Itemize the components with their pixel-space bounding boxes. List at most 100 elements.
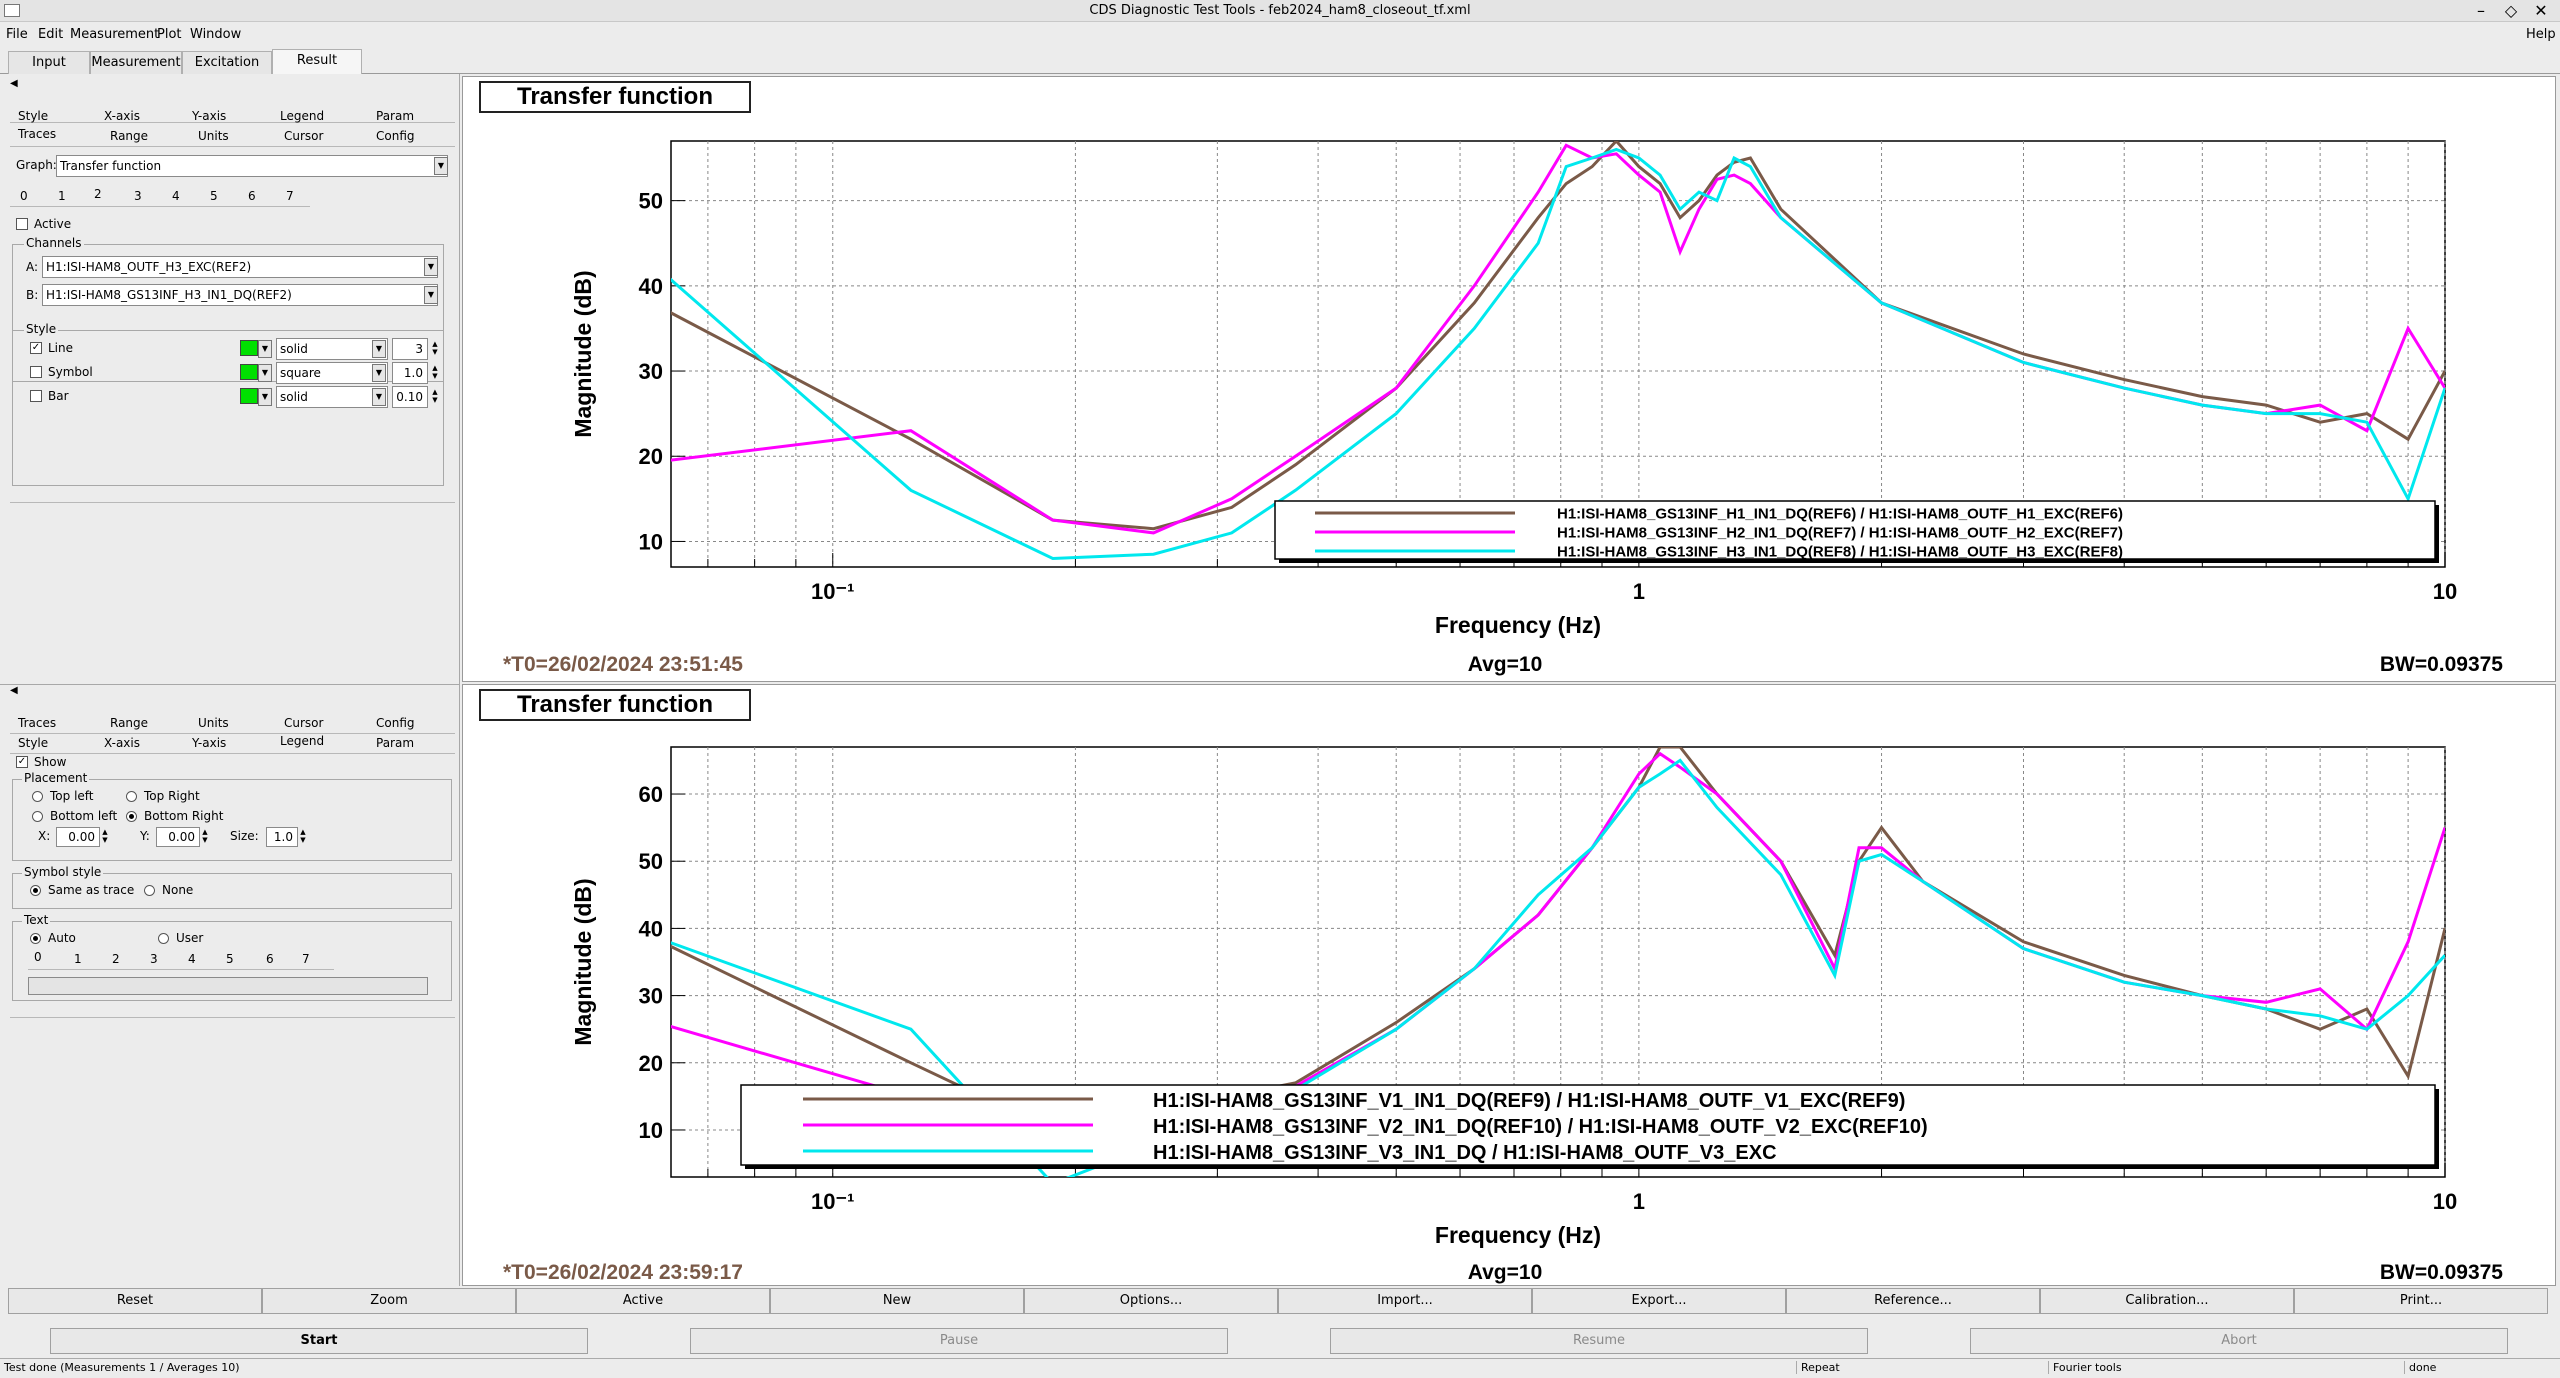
tab-result[interactable]: Result	[272, 49, 362, 75]
tab-y-axis[interactable]: Y-axis	[192, 735, 226, 751]
symbol-checkbox[interactable]	[30, 366, 42, 378]
tab-x-axis[interactable]: X-axis	[104, 108, 140, 124]
tab-cursor[interactable]: Cursor	[284, 715, 323, 731]
radio-bottom-right[interactable]	[126, 811, 137, 822]
trace-tab-0[interactable]: 0	[20, 188, 28, 204]
bar-width-input[interactable]: 0.10	[392, 386, 428, 408]
chevron-down-icon[interactable]: ▼	[424, 286, 438, 304]
graph-bottom[interactable]: Transfer function 10 20 30 40 50 60 10⁻¹ 1 10 Fre…	[462, 684, 2556, 1286]
text-tab-0[interactable]: 0	[34, 949, 42, 965]
spin-arrows-icon[interactable]: ▲ ▼	[200, 828, 210, 846]
text-tab-1[interactable]: 1	[74, 951, 82, 967]
channel-a-select[interactable]: H1:ISI-HAM8_OUTF_H3_EXC(REF2)	[42, 256, 438, 278]
menu-file[interactable]: File	[6, 27, 28, 42]
tab-style[interactable]: Style	[18, 108, 48, 124]
tab-style[interactable]: Style	[18, 735, 48, 751]
menu-help[interactable]: Help	[2526, 27, 2556, 42]
import-button[interactable]: Import...	[1278, 1288, 1532, 1314]
tab-range[interactable]: Range	[110, 715, 148, 731]
spin-arrows-icon[interactable]: ▲ ▼	[430, 364, 440, 382]
text-tab-7[interactable]: 7	[302, 951, 310, 967]
radio-bottom-left[interactable]	[32, 811, 43, 822]
symbol-color-swatch[interactable]	[240, 364, 258, 380]
chevron-down-icon[interactable]: ▼	[424, 258, 438, 276]
radio-top-left[interactable]	[32, 791, 43, 802]
menu-plot[interactable]: Plot	[157, 27, 182, 42]
minimize-icon[interactable]: –	[2470, 0, 2492, 22]
size-input[interactable]: 1.0	[266, 827, 298, 847]
active-button[interactable]: Active	[516, 1288, 770, 1314]
active-checkbox[interactable]	[16, 218, 28, 230]
resume-button[interactable]: Resume	[1330, 1328, 1868, 1354]
tab-units[interactable]: Units	[198, 715, 229, 731]
close-icon[interactable]: ✕	[2530, 0, 2552, 22]
tab-units[interactable]: Units	[198, 128, 229, 144]
show-checkbox[interactable]: ✓	[16, 756, 28, 768]
text-tab-5[interactable]: 5	[226, 951, 234, 967]
spin-arrows-icon[interactable]: ▲ ▼	[430, 340, 440, 358]
chevron-down-icon[interactable]: ▼	[258, 364, 272, 382]
trace-tab-7[interactable]: 7	[286, 188, 294, 204]
tab-input[interactable]: Input	[8, 51, 90, 74]
text-tab-6[interactable]: 6	[266, 951, 274, 967]
line-color-swatch[interactable]	[240, 340, 258, 356]
bar-checkbox[interactable]	[30, 390, 42, 402]
spin-arrows-icon[interactable]: ▲ ▼	[430, 388, 440, 406]
tab-x-axis[interactable]: X-axis	[104, 735, 140, 751]
trace-tab-1[interactable]: 1	[58, 188, 66, 204]
graph-top[interactable]: Transfer function 10 20 30 40 50 10⁻¹ 1 10 Frequ…	[462, 76, 2556, 682]
chart-top[interactable]: 10 20 30 40 50 10⁻¹ 1 10 Frequency (Hz) Magnitude…	[463, 77, 2557, 683]
maximize-icon[interactable]: ◇	[2500, 0, 2522, 22]
pause-button[interactable]: Pause	[690, 1328, 1228, 1354]
radio-same-as-trace[interactable]	[30, 885, 41, 896]
start-button[interactable]: Start	[50, 1328, 588, 1354]
radio-none[interactable]	[144, 885, 155, 896]
collapse-arrow-icon[interactable]: ◀	[10, 78, 18, 89]
tab-cursor[interactable]: Cursor	[284, 128, 323, 144]
calibration-button[interactable]: Calibration...	[2040, 1288, 2294, 1314]
tab-config[interactable]: Config	[376, 128, 415, 144]
reset-button[interactable]: Reset	[8, 1288, 262, 1314]
chevron-down-icon[interactable]: ▼	[372, 340, 386, 358]
tab-legend[interactable]: Legend	[280, 108, 324, 124]
new-button[interactable]: New	[770, 1288, 1024, 1314]
text-tab-4[interactable]: 4	[188, 951, 196, 967]
tab-traces[interactable]: Traces	[18, 715, 56, 731]
tab-traces[interactable]: Traces	[18, 126, 56, 142]
radio-auto[interactable]	[30, 933, 41, 944]
legend-text-input[interactable]	[28, 977, 428, 995]
trace-tab-4[interactable]: 4	[172, 188, 180, 204]
tab-excitation[interactable]: Excitation	[182, 51, 272, 74]
tab-config[interactable]: Config	[376, 715, 415, 731]
trace-tab-6[interactable]: 6	[248, 188, 256, 204]
chevron-down-icon[interactable]: ▼	[258, 388, 272, 406]
bar-color-swatch[interactable]	[240, 388, 258, 404]
chart-bottom[interactable]: 10 20 30 40 50 60 10⁻¹ 1 10 Frequency (Hz) Magnitu…	[463, 685, 2557, 1287]
menu-window[interactable]: Window	[190, 27, 241, 42]
print-button[interactable]: Print...	[2294, 1288, 2548, 1314]
channel-b-select[interactable]: H1:ISI-HAM8_GS13INF_H3_IN1_DQ(REF2)	[42, 284, 438, 306]
options-button[interactable]: Options...	[1024, 1288, 1278, 1314]
chevron-down-icon[interactable]: ▼	[434, 157, 448, 175]
trace-tab-3[interactable]: 3	[134, 188, 142, 204]
tab-range[interactable]: Range	[110, 128, 148, 144]
spin-arrows-icon[interactable]: ▲ ▼	[298, 828, 308, 846]
text-tab-3[interactable]: 3	[150, 951, 158, 967]
tab-measurement[interactable]: Measurement	[90, 51, 182, 74]
spin-arrows-icon[interactable]: ▲ ▼	[100, 828, 110, 846]
x-input[interactable]: 0.00	[56, 827, 100, 847]
chevron-down-icon[interactable]: ▼	[258, 340, 272, 358]
radio-top-right[interactable]	[126, 791, 137, 802]
trace-tab-2[interactable]: 2	[94, 186, 102, 202]
chevron-down-icon[interactable]: ▼	[372, 364, 386, 382]
tab-param[interactable]: Param	[376, 108, 414, 124]
line-width-input[interactable]: 3	[392, 338, 428, 360]
tab-legend[interactable]: Legend	[280, 733, 324, 749]
y-input[interactable]: 0.00	[156, 827, 200, 847]
reference-button[interactable]: Reference...	[1786, 1288, 2040, 1314]
graph-select[interactable]: Transfer function	[56, 155, 448, 177]
abort-button[interactable]: Abort	[1970, 1328, 2508, 1354]
trace-tab-5[interactable]: 5	[210, 188, 218, 204]
line-checkbox[interactable]: ✓	[30, 342, 42, 354]
zoom-button[interactable]: Zoom	[262, 1288, 516, 1314]
